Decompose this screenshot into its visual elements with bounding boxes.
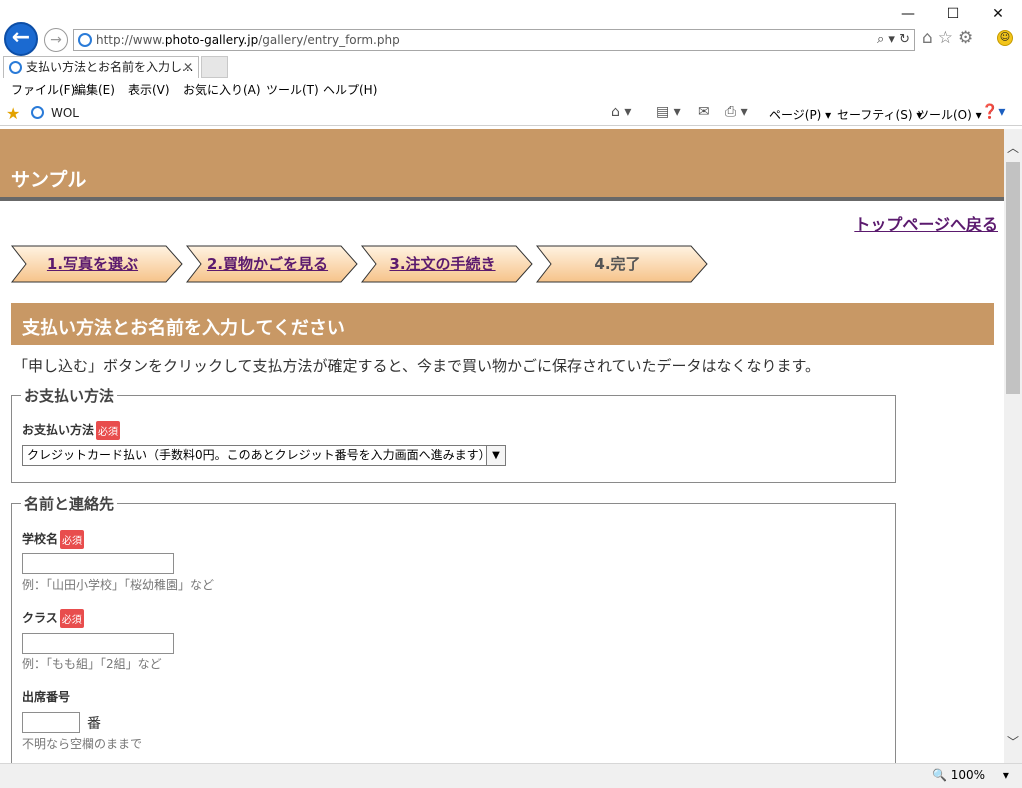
mail-icon[interactable]: ✉ xyxy=(698,104,710,120)
feeds-icon[interactable]: ▤ ▾ xyxy=(656,104,681,120)
browser-tab-active[interactable]: 支払い方法とお名前を入力し... ✕ xyxy=(3,56,199,78)
school-label-text: 学校名 xyxy=(22,532,59,546)
url-domain: photo-gallery.jp xyxy=(164,33,259,47)
top-page-link[interactable]: トップページへ戻る xyxy=(854,211,998,235)
class-hint: 例：「もも組」「2組」など xyxy=(22,657,162,671)
vertical-scrollbar[interactable]: ︿ ﹀ xyxy=(1004,129,1022,763)
step-3[interactable]: 3.注文の手続き xyxy=(360,244,535,284)
zoom-magnifier-icon: 🔍 xyxy=(932,768,947,782)
refresh-icon[interactable]: ↻ xyxy=(899,32,910,47)
print-icon[interactable]: ⎙ ▾ xyxy=(725,104,748,120)
school-input[interactable] xyxy=(22,553,174,574)
favorite-item-wol[interactable]: WOL xyxy=(51,106,79,120)
class-label-text: クラス xyxy=(22,611,58,625)
page-menu[interactable]: ページ(P) ▾ xyxy=(769,106,831,123)
menu-view[interactable]: 表示(V) xyxy=(128,81,170,98)
menu-bar: ファイル(F) 編集(E) 表示(V) お気に入り(A) ツール(T) ヘルプ(… xyxy=(0,78,1022,100)
gear-icon[interactable]: ⚙ xyxy=(958,28,978,48)
step-4-current: 4.完了 xyxy=(535,244,710,284)
home-command-icon[interactable]: ⌂ ▾ xyxy=(611,104,631,120)
close-window-button[interactable]: ✕ xyxy=(975,0,1021,28)
new-tab-button[interactable] xyxy=(201,56,228,78)
site-title: サンプル xyxy=(11,169,87,191)
menu-favorites[interactable]: お気に入り(A) xyxy=(183,81,261,98)
school-hint: 例：「山田小学校」「桜幼稚園」など xyxy=(22,578,215,592)
payment-method-select[interactable]: クレジットカード払い（手数料0円。このあとクレジット番号を入力画面へ進みます） … xyxy=(22,445,506,466)
forward-button[interactable]: → xyxy=(44,28,68,52)
safety-menu[interactable]: セーフティ(S) ▾ xyxy=(837,106,922,123)
browser-nav-icons: ⌂☆⚙ xyxy=(922,28,978,48)
status-bar xyxy=(0,763,1022,788)
forward-arrow-icon: → xyxy=(50,32,62,48)
notice-text: 「申し込む」ボタンをクリックして支払方法が確定すると、今まで買い物かごに保存され… xyxy=(13,357,821,375)
zoom-level: 100% xyxy=(950,768,986,782)
address-bar[interactable]: http://www.photo-gallery.jp/gallery/entr… xyxy=(73,29,915,51)
required-badge: 必須 xyxy=(60,530,85,549)
maximize-button[interactable]: ☐ xyxy=(930,0,976,28)
search-icon[interactable]: ⌕ xyxy=(877,32,884,47)
menu-tools[interactable]: ツール(T) xyxy=(266,81,319,98)
payment-fieldset: お支払い方法 xyxy=(11,385,896,483)
address-bar-tools: ⌕ ▾ ↻ xyxy=(877,30,910,50)
tab-title: 支払い方法とお名前を入力し... xyxy=(26,60,194,74)
contact-legend: 名前と連絡先 xyxy=(24,495,115,513)
payment-method-label-text: お支払い方法 xyxy=(22,423,95,437)
step-1-label[interactable]: 1.写真を選ぶ xyxy=(10,244,175,284)
contact-fieldset: 名前と連絡先 xyxy=(11,493,896,763)
menu-help[interactable]: ヘルプ(H) xyxy=(323,81,377,98)
favorite-ie-icon xyxy=(31,106,44,119)
step-1[interactable]: 1.写真を選ぶ xyxy=(10,244,185,284)
feedback-smiley-icon[interactable]: ☺ xyxy=(997,30,1013,46)
tab-close-icon[interactable]: ✕ xyxy=(183,57,193,77)
payment-legend: お支払い方法 xyxy=(24,387,115,405)
school-label: 学校名 必須 xyxy=(22,530,85,549)
scroll-down-icon[interactable]: ﹀ xyxy=(1007,733,1019,750)
favorites-star-icon[interactable]: ☆ xyxy=(938,28,958,48)
chevron-down-icon[interactable]: ▼ xyxy=(486,446,505,465)
page-viewport: サンプル トップページへ戻る 1.写真を選ぶ 2.買物かごを見る 3.注文の手続… xyxy=(0,129,1004,763)
step-3-label[interactable]: 3.注文の手続き xyxy=(360,244,525,284)
chevron-down-icon[interactable]: ▾ xyxy=(1003,768,1009,782)
seat-number-label: 出席番号 xyxy=(22,690,71,704)
menu-edit[interactable]: 編集(E) xyxy=(74,81,115,98)
home-icon[interactable]: ⌂ xyxy=(922,28,938,48)
section-title: 支払い方法とお名前を入力してください xyxy=(22,318,345,339)
zoom-control[interactable]: 🔍 100% ▾ xyxy=(932,768,1009,782)
seat-number-input[interactable] xyxy=(22,712,80,733)
chevron-down-icon[interactable]: ▾ xyxy=(888,32,895,47)
seat-number-unit: 番 xyxy=(87,716,101,732)
add-favorites-star-icon[interactable]: ★ xyxy=(6,104,20,123)
required-badge: 必須 xyxy=(59,609,84,628)
class-input[interactable] xyxy=(22,633,174,654)
class-label: クラス 必須 xyxy=(22,609,84,628)
url-prefix: http://www. xyxy=(96,33,165,47)
back-arrow-icon: ← xyxy=(11,25,31,50)
step-2[interactable]: 2.買物かごを見る xyxy=(185,244,360,284)
scroll-up-icon[interactable]: ︿ xyxy=(1007,139,1019,156)
help-icon[interactable]: ❓▾ xyxy=(981,104,1005,120)
required-badge: 必須 xyxy=(96,421,121,440)
window-titlebar: — ☐ ✕ xyxy=(0,0,1022,28)
payment-method-label: お支払い方法 必須 xyxy=(22,421,121,440)
step-2-label[interactable]: 2.買物かごを見る xyxy=(185,244,350,284)
seat-number-hint: 不明なら空欄のままで xyxy=(22,737,143,751)
back-button[interactable]: ← xyxy=(4,22,38,56)
tools-command-menu[interactable]: ツール(O) ▾ xyxy=(917,106,982,123)
ie-tab-icon xyxy=(9,61,22,74)
minimize-button[interactable]: — xyxy=(885,0,931,28)
step-4-label: 4.完了 xyxy=(594,255,641,273)
section-title-bar: 支払い方法とお名前を入力してください xyxy=(11,303,994,345)
site-header: サンプル xyxy=(0,129,1004,201)
scrollbar-thumb[interactable] xyxy=(1006,162,1020,394)
url-path: /gallery/entry_form.php xyxy=(258,33,400,47)
payment-method-selected: クレジットカード払い（手数料0円。このあとクレジット番号を入力画面へ進みます） xyxy=(27,448,491,462)
ie-page-icon xyxy=(78,33,92,47)
menu-file[interactable]: ファイル(F) xyxy=(11,81,75,98)
